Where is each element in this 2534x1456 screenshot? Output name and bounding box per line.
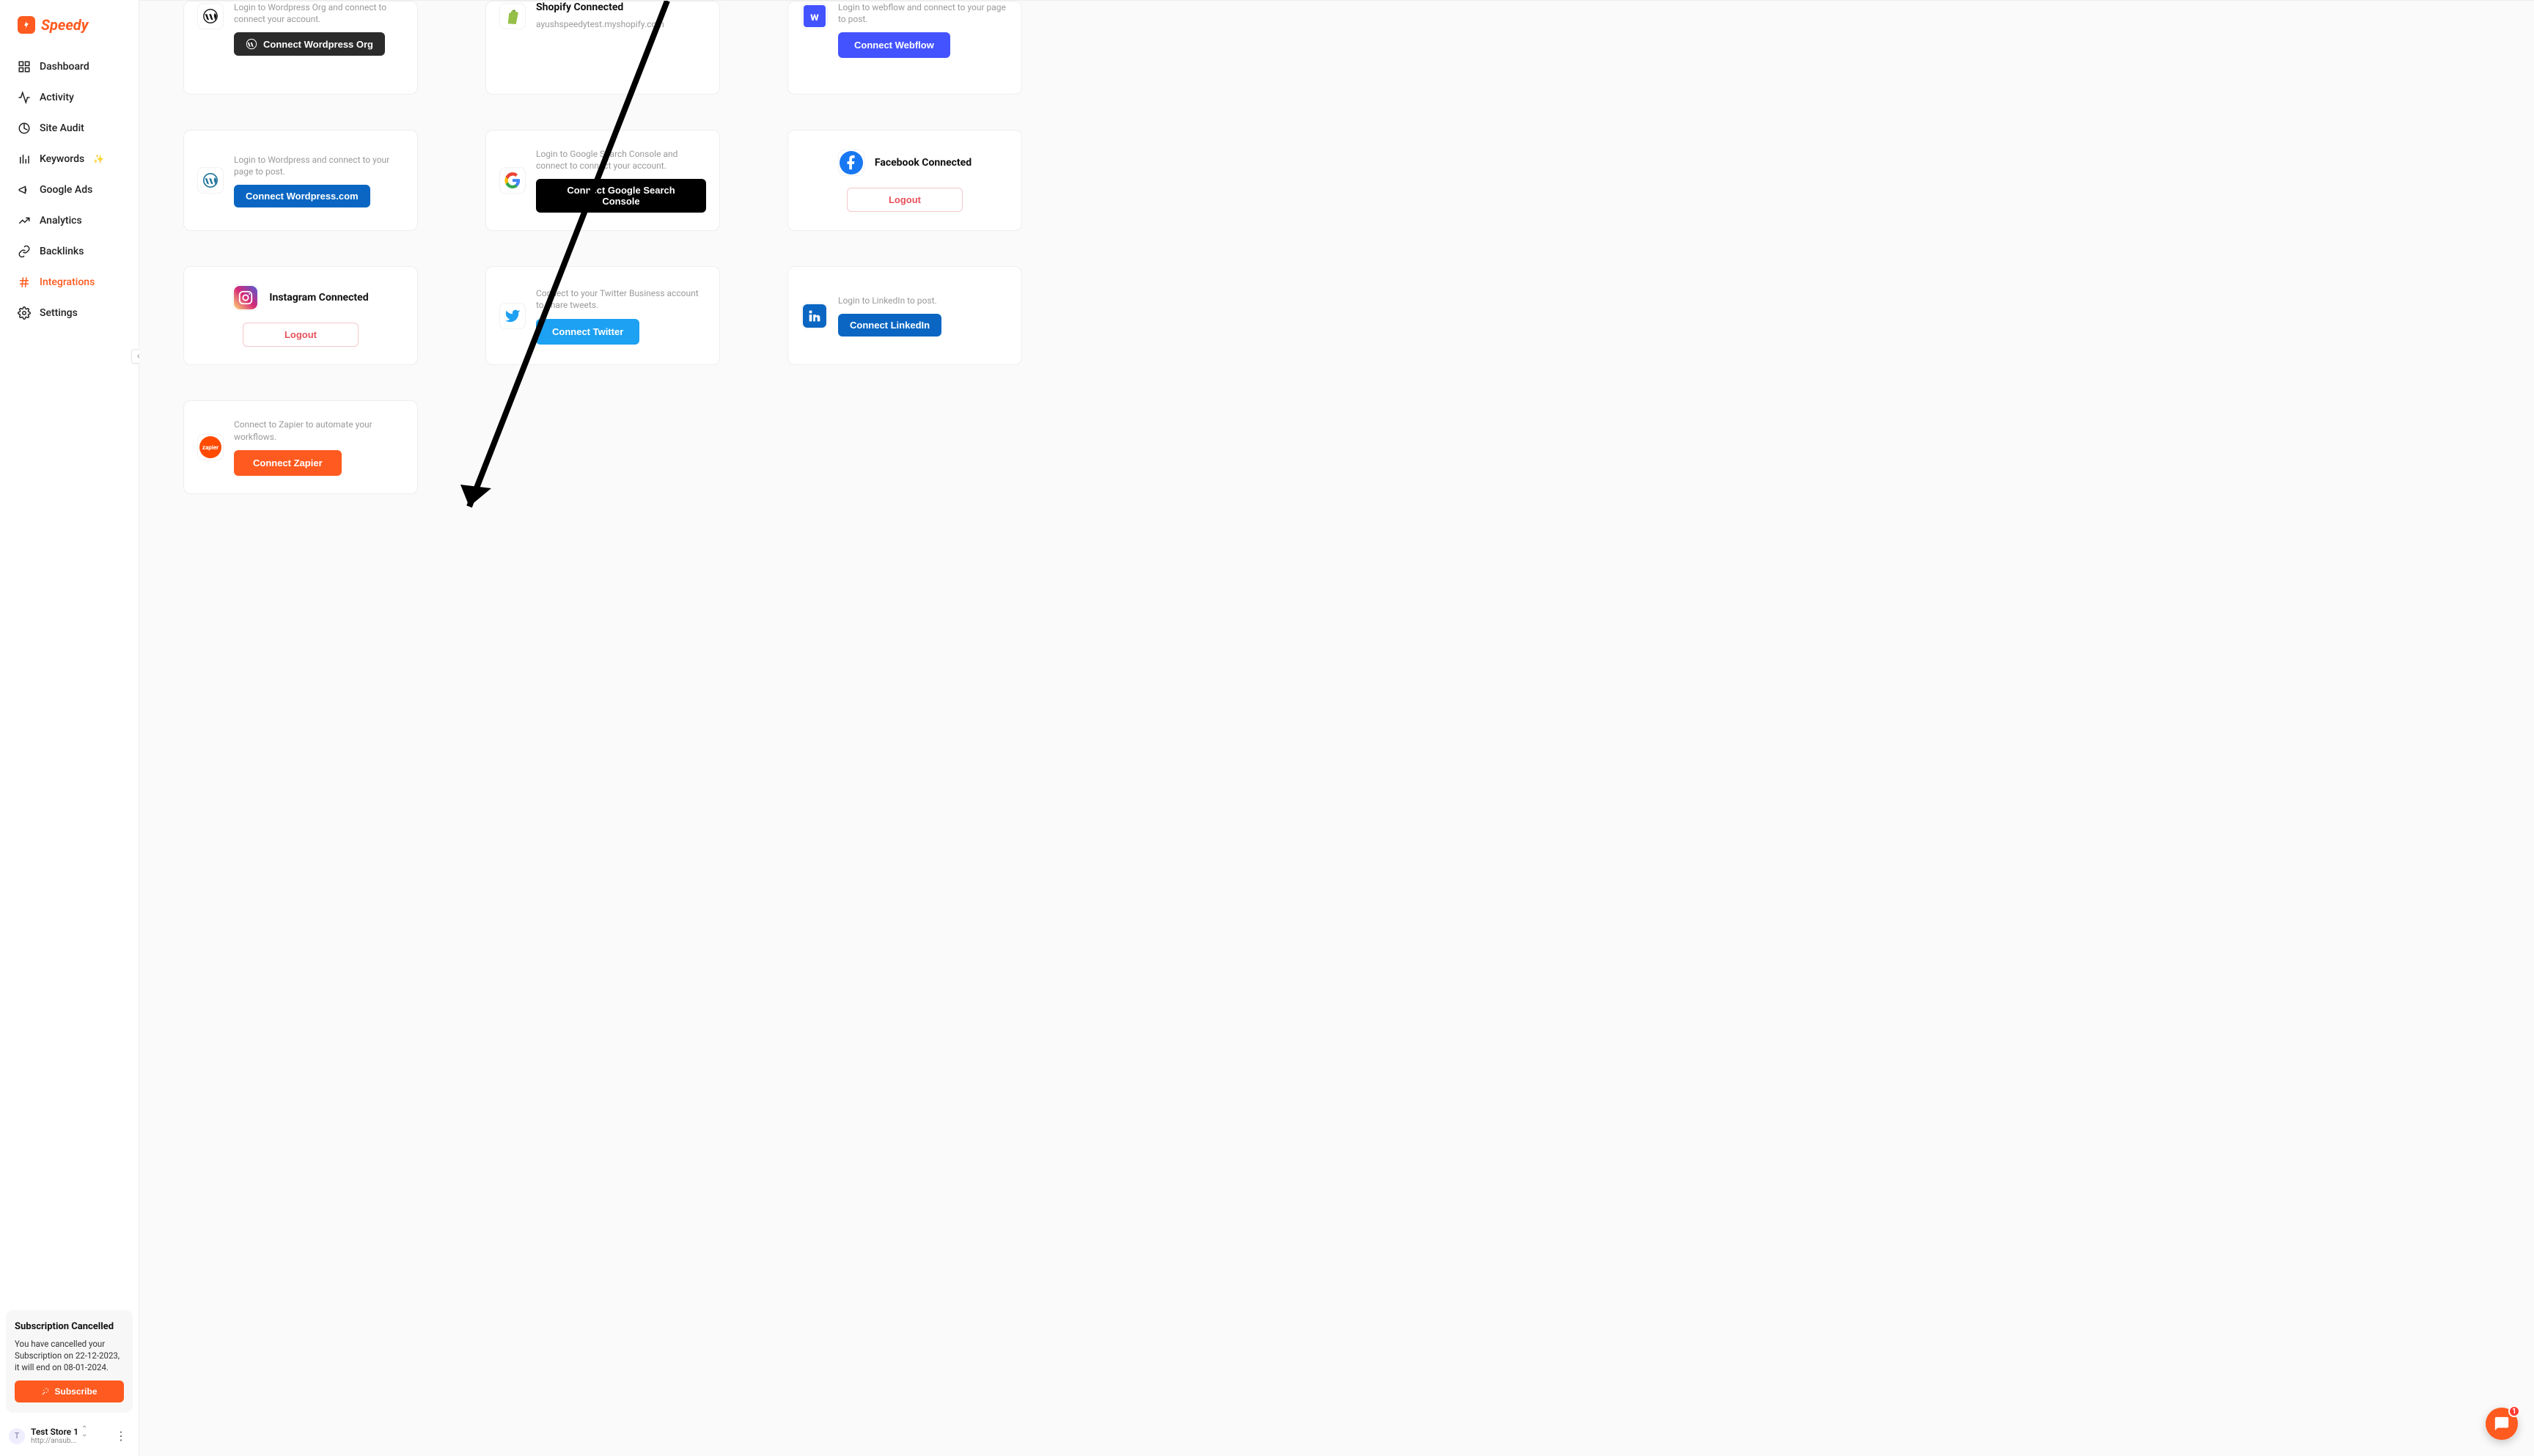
nav-label: Analytics xyxy=(40,215,82,227)
card-desc: Login to webflow and connect to your pag… xyxy=(838,1,1008,25)
nav-backlinks[interactable]: Backlinks xyxy=(0,236,139,267)
store-avatar: T xyxy=(9,1428,25,1444)
gear-icon xyxy=(18,306,31,320)
subscription-body: You have cancelled your Subscription on … xyxy=(15,1338,124,1373)
nav-label: Site Audit xyxy=(40,122,84,134)
button-label: Logout xyxy=(889,194,921,205)
instagram-logout-button[interactable]: Logout xyxy=(243,323,359,347)
google-icon xyxy=(499,167,526,194)
sparkle-icon: ✨ xyxy=(93,154,104,164)
chevron-up-down-icon: ⌃⌄ xyxy=(81,1427,87,1437)
nav-activity[interactable]: Activity xyxy=(0,82,139,113)
link-icon xyxy=(18,245,31,258)
megaphone-icon xyxy=(18,183,31,196)
card-desc: Login to Wordpress and connect to your p… xyxy=(234,154,404,177)
hash-icon xyxy=(18,276,31,289)
sidebar: Speedy Dashboard Activity Site Audit Key… xyxy=(0,0,139,1456)
button-label: Connect Google Search Console xyxy=(548,185,694,207)
card-desc: Connect to your Twitter Business account… xyxy=(536,287,706,311)
card-title: Facebook Connected xyxy=(875,157,972,169)
wordpress-icon xyxy=(246,38,257,50)
connect-webflow-button[interactable]: Connect Webflow xyxy=(838,32,950,58)
site-audit-icon xyxy=(18,122,31,135)
button-label: Connect Wordpress.com xyxy=(246,191,359,202)
nav-settings[interactable]: Settings xyxy=(0,298,139,328)
card-desc: Connect to Zapier to automate your workf… xyxy=(234,419,404,442)
subscribe-button[interactable]: Subscribe xyxy=(15,1380,124,1402)
button-label: Connect Wordpress Org xyxy=(263,39,373,50)
card-title: Shopify Connected xyxy=(536,1,706,13)
card-wordpress-com: Login to Wordpress and connect to your p… xyxy=(183,130,418,231)
connect-linkedin-button[interactable]: Connect LinkedIn xyxy=(838,314,941,337)
nav-label: Integrations xyxy=(40,276,95,288)
card-wordpress-org: Login to Wordpress Org and connect to co… xyxy=(183,1,418,95)
nav-analytics[interactable]: Analytics xyxy=(0,205,139,236)
activity-icon xyxy=(18,91,31,104)
card-zapier: zapier Connect to Zapier to automate you… xyxy=(183,400,418,493)
button-label: Connect LinkedIn xyxy=(850,320,930,331)
nav-dashboard[interactable]: Dashboard xyxy=(0,51,139,82)
card-google-search-console: Login to Google Search Console and conne… xyxy=(485,130,720,231)
wordpress-com-icon xyxy=(197,167,224,194)
nav-integrations[interactable]: Integrations xyxy=(0,267,139,298)
button-label: Connect Webflow xyxy=(854,40,934,51)
store-url: http://ansub... xyxy=(31,1437,106,1445)
connect-wordpress-com-button[interactable]: Connect Wordpress.com xyxy=(234,185,370,207)
linkedin-icon xyxy=(801,303,828,329)
connect-gsc-button[interactable]: Connect Google Search Console xyxy=(536,179,706,213)
button-label: Connect Zapier xyxy=(253,457,323,468)
subscription-card: Subscription Cancelled You have cancelle… xyxy=(6,1310,133,1413)
brand-name: Speedy xyxy=(41,16,89,34)
logo[interactable]: Speedy xyxy=(0,0,139,45)
nav-google-ads[interactable]: Google Ads xyxy=(0,174,139,205)
connect-wordpress-org-button[interactable]: Connect Wordpress Org xyxy=(234,32,385,56)
facebook-logout-button[interactable]: Logout xyxy=(847,188,963,212)
nav-label: Settings xyxy=(40,307,78,319)
store-name: Test Store 1 xyxy=(31,1427,78,1437)
instagram-icon xyxy=(232,284,259,311)
subscribe-label: Subscribe xyxy=(54,1386,97,1397)
store-menu-button[interactable]: ⋮ xyxy=(112,1426,130,1446)
chat-badge: 1 xyxy=(2508,1405,2520,1417)
card-desc: Login to LinkedIn to post. xyxy=(838,295,1008,306)
wordpress-org-icon xyxy=(197,3,224,29)
keywords-icon xyxy=(18,152,31,166)
card-desc: Login to Wordpress Org and connect to co… xyxy=(234,1,404,25)
nav-keywords[interactable]: Keywords ✨ xyxy=(0,144,139,174)
card-sub: ayushspeedytest.myshopify.com xyxy=(536,19,706,29)
nav-label: Activity xyxy=(40,92,74,103)
integrations-page: Login to Wordpress Org and connect to co… xyxy=(139,0,2534,1456)
nav-label: Dashboard xyxy=(40,61,89,73)
zapier-icon: zapier xyxy=(197,434,224,460)
connect-zapier-button[interactable]: Connect Zapier xyxy=(234,450,342,476)
chat-button[interactable]: 1 xyxy=(2486,1408,2518,1440)
shopify-icon xyxy=(499,3,526,29)
card-desc: Login to Google Search Console and conne… xyxy=(536,148,706,172)
twitter-icon xyxy=(499,303,526,329)
wand-icon xyxy=(41,1387,50,1396)
store-switcher[interactable]: T Test Store 1 ⌃⌄ http://ansub... ⋮ xyxy=(0,1419,139,1456)
card-facebook: Facebook Connected Logout xyxy=(787,130,1022,231)
nav: Dashboard Activity Site Audit Keywords ✨… xyxy=(0,45,139,334)
card-webflow: w Login to webflow and connect to your p… xyxy=(787,1,1022,95)
nav-label: Backlinks xyxy=(40,246,84,257)
nav-site-audit[interactable]: Site Audit xyxy=(0,113,139,144)
dashboard-icon xyxy=(18,60,31,73)
card-title: Instagram Connected xyxy=(269,292,368,304)
logo-mark-icon xyxy=(18,16,35,34)
card-instagram: Instagram Connected Logout xyxy=(183,266,418,365)
analytics-icon xyxy=(18,214,31,227)
button-label: Connect Twitter xyxy=(552,326,623,337)
card-twitter: Connect to your Twitter Business account… xyxy=(485,266,720,365)
card-shopify: Shopify Connected ayushspeedytest.myshop… xyxy=(485,1,720,95)
webflow-icon: w xyxy=(801,3,828,29)
connect-twitter-button[interactable]: Connect Twitter xyxy=(536,319,639,345)
nav-label: Keywords xyxy=(40,153,84,165)
nav-label: Google Ads xyxy=(40,184,92,196)
button-label: Logout xyxy=(284,329,317,340)
card-linkedin: Login to LinkedIn to post. Connect Linke… xyxy=(787,266,1022,365)
facebook-icon xyxy=(838,150,864,176)
subscription-title: Subscription Cancelled xyxy=(15,1320,124,1334)
